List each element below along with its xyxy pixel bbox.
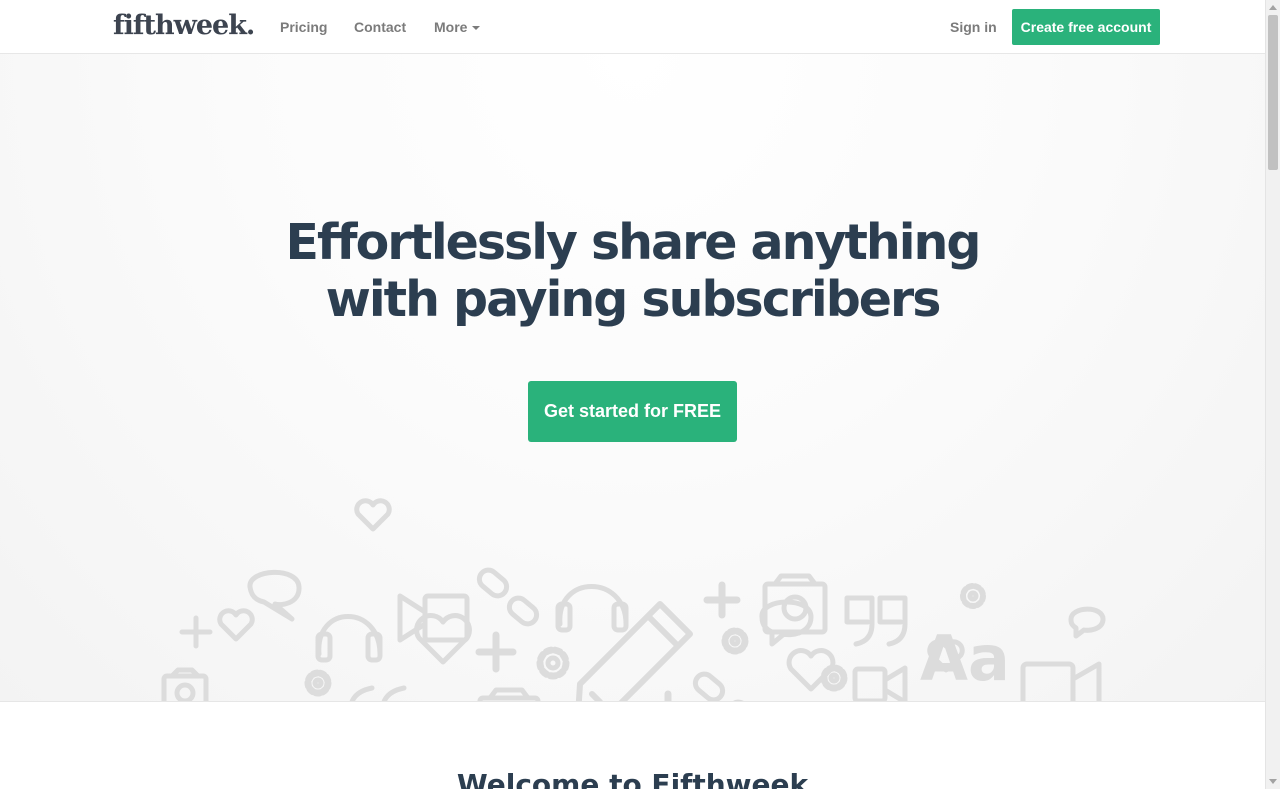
hero-section: Effortlessly share anything with paying …: [0, 54, 1265, 702]
plus-icon: [703, 581, 741, 619]
quote-icon: [844, 595, 908, 647]
caret-down-icon: [472, 26, 481, 31]
camera-icon: [477, 687, 541, 701]
plus-icon: [179, 615, 213, 649]
chat-bubble-icon: [247, 569, 302, 622]
text-aa-icon: Aa: [920, 622, 1010, 695]
plus-icon: [664, 690, 672, 701]
gear-icon: [721, 627, 749, 655]
gear-icon: [960, 583, 986, 609]
heart-icon: [217, 608, 255, 642]
nav-dropdown-more-label: More: [434, 19, 468, 35]
link-icon: [692, 671, 760, 701]
pencil-icon: [575, 601, 693, 701]
link-icon: [476, 567, 540, 627]
video-camera-icon: [852, 665, 908, 701]
nav-dropdown-more[interactable]: More: [434, 0, 481, 54]
top-navbar: fifthweek. Pricing Contact More Sign in …: [0, 0, 1265, 54]
hero-headline-line2: with paying subscribers: [325, 271, 942, 328]
quote-icon: [349, 685, 407, 701]
create-account-button[interactable]: Create free account: [1012, 9, 1160, 45]
decorative-icon-art: Aa Aa Aa: [161, 498, 1106, 701]
nav-link-pricing[interactable]: Pricing: [280, 0, 327, 54]
chat-bubble-icon: [1068, 606, 1106, 639]
plus-icon: [475, 631, 517, 673]
vertical-scrollbar[interactable]: [1265, 0, 1280, 789]
heart-icon: [354, 498, 392, 532]
welcome-heading: Welcome to Fifthweek: [456, 768, 809, 789]
headphones-icon: [315, 614, 383, 663]
svg-text:Aa: Aa: [920, 622, 1010, 695]
get-started-button[interactable]: Get started for FREE: [528, 381, 737, 442]
page: fifthweek. Pricing Contact More Sign in …: [0, 0, 1265, 789]
hero-headline: Effortlessly share anything with paying …: [0, 214, 1265, 328]
gear-icon: [304, 669, 332, 697]
video-camera-icon: [1020, 661, 1102, 701]
brand-logo[interactable]: fifthweek.: [113, 6, 255, 46]
headphones-icon: [555, 584, 629, 633]
camera-icon: [161, 667, 209, 701]
nav-link-contact[interactable]: Contact: [354, 0, 406, 54]
scroll-thumb[interactable]: [1268, 15, 1278, 170]
sign-in-link[interactable]: Sign in: [950, 0, 997, 54]
hero-headline-line1: Effortlessly share anything: [285, 214, 981, 271]
scroll-down-arrow-icon[interactable]: [1269, 779, 1277, 784]
gear-icon: [820, 664, 848, 692]
scroll-up-arrow-icon[interactable]: [1269, 5, 1277, 10]
gear-icon: [536, 646, 570, 680]
